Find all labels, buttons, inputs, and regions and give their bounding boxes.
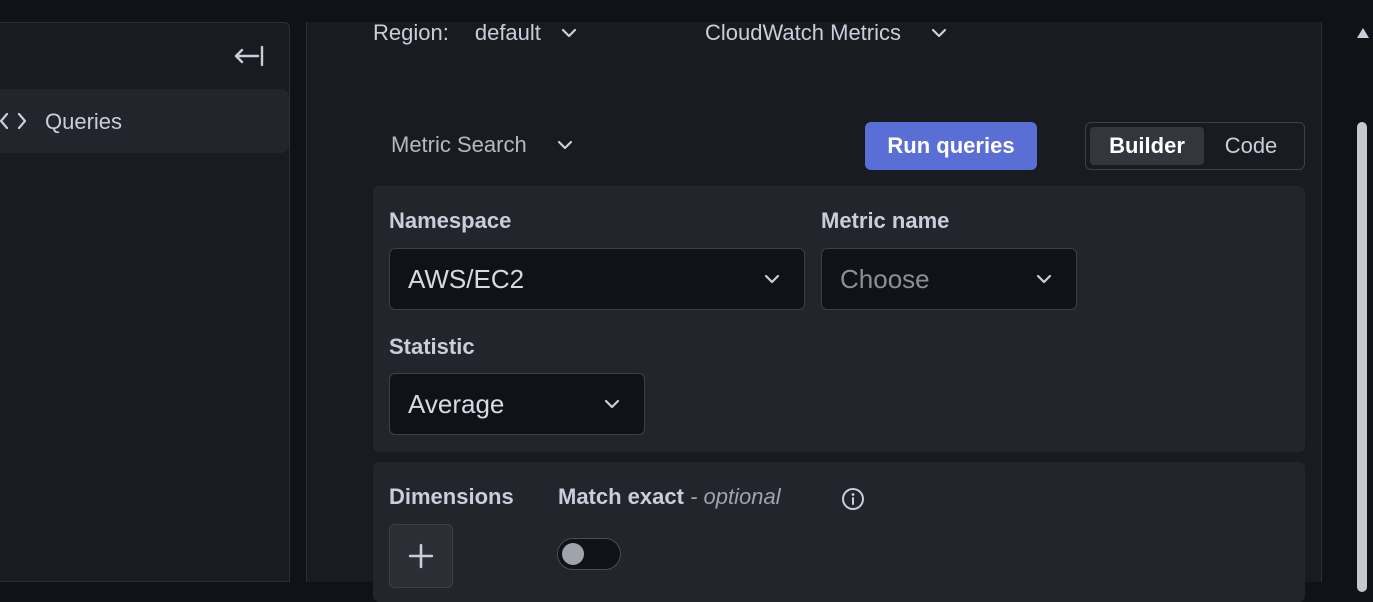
namespace-select[interactable]: AWS/EC2 [389, 248, 805, 310]
code-icon [0, 112, 27, 130]
query-mode-value: Metric Search [391, 132, 527, 157]
region-value: default [474, 20, 541, 45]
sidebar-item-queries[interactable]: Queries [0, 89, 289, 153]
datasource-select[interactable]: CloudWatch Metrics [705, 20, 947, 46]
namespace-label: Namespace [389, 208, 512, 233]
editor-mode-toggle: Builder Code [1085, 122, 1305, 170]
region-select[interactable]: Region: default [373, 20, 577, 46]
statistic-label: Statistic [389, 334, 475, 359]
page-scrollbar[interactable] [1353, 22, 1373, 592]
namespace-value: AWS/EC2 [408, 263, 525, 294]
dimensions-card: Dimensions Match exact - optional [373, 462, 1305, 602]
match-exact-label: Match exact - optional [558, 484, 781, 510]
statistic-value: Average [408, 388, 505, 419]
chevron-down-icon [764, 274, 780, 284]
code-mode-option[interactable]: Code [1204, 127, 1298, 165]
chevron-down-icon [604, 399, 620, 409]
chevron-down-icon [1036, 274, 1052, 284]
builder-mode-option[interactable]: Builder [1090, 127, 1204, 165]
query-mode-select[interactable]: Metric Search [391, 132, 573, 158]
collapse-left-icon [234, 45, 264, 67]
scroll-up-arrow-icon[interactable] [1357, 28, 1369, 38]
collapse-panel-button[interactable] [229, 41, 269, 71]
chevron-down-icon [931, 28, 947, 38]
run-queries-button[interactable]: Run queries [865, 122, 1037, 170]
metric-name-label: Metric name [821, 208, 950, 233]
scrollbar-thumb[interactable] [1357, 122, 1367, 592]
dimensions-label: Dimensions [389, 484, 514, 509]
statistic-select[interactable]: Average [389, 373, 645, 435]
left-panel: Queries [0, 22, 290, 582]
region-label: Region: [373, 20, 449, 45]
plus-icon [408, 543, 434, 569]
metric-builder-card: Namespace AWS/EC2 Metric name Choose Sta… [373, 186, 1305, 452]
query-editor: Region: default CloudWatch Metrics Metri… [306, 20, 1322, 602]
metric-name-placeholder: Choose [840, 263, 930, 294]
match-exact-toggle[interactable] [557, 538, 621, 570]
optional-hint: - optional [690, 484, 781, 509]
metric-name-select[interactable]: Choose [821, 248, 1077, 310]
sidebar-item-label: Queries [45, 109, 123, 134]
chevron-down-icon [557, 140, 572, 150]
top-bar [0, 0, 1373, 22]
chevron-down-icon [561, 28, 577, 38]
toggle-knob [562, 543, 584, 565]
info-icon[interactable] [841, 487, 865, 511]
match-exact-text: Match exact [558, 484, 684, 509]
datasource-value: CloudWatch Metrics [705, 20, 902, 45]
add-dimension-button[interactable] [389, 524, 453, 588]
